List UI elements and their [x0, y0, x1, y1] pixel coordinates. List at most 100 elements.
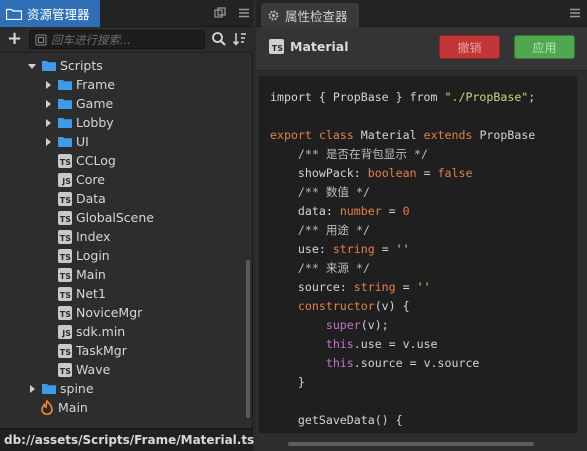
search-icon[interactable]	[211, 31, 227, 47]
tree-item-label: Core	[76, 172, 105, 187]
tree-item[interactable]: internal	[0, 417, 245, 421]
tree-item-label: sdk.min	[76, 324, 126, 339]
code-line: use: string = ''	[270, 240, 535, 259]
code-line: source: string = ''	[270, 278, 535, 297]
code-token: data:	[270, 204, 340, 218]
menu-icon[interactable]	[238, 7, 250, 19]
inspector-edge	[581, 76, 587, 451]
ts-file-icon: TS	[58, 286, 72, 301]
code-preview[interactable]: import { PropBase } from "./PropBase"; ex…	[259, 76, 577, 433]
tree-item[interactable]: TS Login	[0, 246, 245, 265]
tree-item[interactable]: JS sdk.min	[0, 322, 245, 341]
tree-item[interactable]: TS NoviceMgr	[0, 303, 245, 322]
chevron-down-icon[interactable]	[28, 62, 36, 70]
tree-item[interactable]: UI	[0, 132, 245, 151]
code-token: Material	[353, 128, 424, 142]
ts-file-icon: TS	[58, 153, 72, 168]
chevron-right-icon[interactable]	[44, 99, 52, 108]
code-line: export class Material extends PropBase	[270, 126, 535, 145]
folder-icon	[42, 384, 56, 394]
inspector-tab-title: 属性检查器	[285, 8, 348, 24]
tab-inspector[interactable]: 属性检查器	[261, 3, 359, 27]
code-line: this.source = v.source	[270, 354, 535, 373]
code-token: boolean	[367, 166, 417, 180]
tree-item-label: Scripts	[60, 58, 103, 73]
popout-icon[interactable]	[214, 7, 226, 19]
tree-item[interactable]: Scripts	[0, 56, 245, 75]
folder-icon	[6, 8, 22, 20]
code-token: extends	[423, 128, 473, 142]
chevron-right-icon[interactable]	[44, 137, 52, 146]
code-token: use:	[270, 242, 333, 256]
tree-item-label: Login	[76, 248, 110, 263]
tree-item[interactable]: TS Wave	[0, 360, 245, 379]
chevron-right-icon[interactable]	[44, 80, 52, 89]
tree-item[interactable]: TS Net1	[0, 284, 245, 303]
ts-file-icon: TS	[269, 39, 284, 54]
tree-item-label: Game	[76, 96, 114, 111]
gear-icon	[268, 10, 279, 20]
ts-file-icon: TS	[58, 267, 72, 282]
search-field-icon	[35, 34, 47, 45]
code-token: 0	[402, 204, 410, 218]
code-token: .use = v.use	[353, 337, 438, 351]
tree-item[interactable]: spine	[0, 379, 245, 398]
inspector-header: TS Material 撤销 应用	[256, 27, 587, 71]
tree-item[interactable]: TS GlobalScene	[0, 208, 245, 227]
code-horizontal-scrollbar[interactable]	[288, 442, 534, 446]
code-token: number	[339, 204, 382, 218]
assets-panel: 资源管理器 + ScriptsFrameGameLobbyUITSCCLogJ	[0, 0, 255, 451]
tree-item[interactable]: TS CCLog	[0, 151, 245, 170]
sort-icon[interactable]	[232, 31, 248, 47]
code-line: /** 数值 */	[270, 183, 535, 202]
chevron-right-icon[interactable]	[28, 384, 36, 393]
tree-item-label: internal	[44, 419, 92, 421]
assets-tab-title: 资源管理器	[27, 7, 90, 22]
tree-item-label: Main	[76, 267, 106, 282]
asset-path: db://assets/Scripts/Frame/Material.ts	[4, 433, 255, 447]
code-token: super	[325, 318, 361, 332]
tree-item-label: Lobby	[76, 115, 114, 130]
code-token: this	[325, 356, 354, 370]
assets-scrollbar[interactable]	[246, 260, 250, 418]
tree-item[interactable]: TS Data	[0, 189, 245, 208]
tree-item-label: TaskMgr	[76, 343, 127, 358]
apply-button[interactable]: 应用	[514, 35, 575, 59]
assets-tabbar: 资源管理器	[0, 0, 253, 27]
database-icon	[28, 421, 40, 422]
assets-toolbar: +	[0, 27, 253, 53]
tree-item[interactable]: Game	[0, 94, 245, 113]
tree-item[interactable]: TS Index	[0, 227, 245, 246]
scene-fire-icon	[41, 400, 53, 415]
code-token: string	[332, 242, 375, 256]
code-line: /** 是否在背包显示 */	[270, 145, 535, 164]
tree-item-label: NoviceMgr	[76, 305, 143, 320]
tree-item[interactable]: Frame	[0, 75, 245, 94]
tree-item[interactable]: TS TaskMgr	[0, 341, 245, 360]
chevron-right-icon[interactable]	[44, 118, 52, 127]
ts-file-icon: TS	[58, 305, 72, 320]
asset-search-box[interactable]	[29, 30, 205, 49]
code-token: =	[374, 242, 396, 256]
tree-item[interactable]: Lobby	[0, 113, 245, 132]
menu-icon[interactable]	[569, 7, 581, 19]
code-token: =	[416, 166, 438, 180]
tab-assets[interactable]: 资源管理器	[0, 0, 100, 27]
folder-icon	[42, 61, 56, 71]
tree-item[interactable]: Main	[0, 398, 245, 417]
search-input[interactable]	[51, 32, 201, 47]
tree-item[interactable]: TS Main	[0, 265, 245, 284]
code-token: /** 来源 */	[297, 261, 370, 275]
code-token: string	[353, 280, 396, 294]
tree-item-label: Wave	[76, 362, 111, 377]
ts-file-icon: TS	[58, 229, 72, 244]
add-asset-button[interactable]: +	[7, 30, 23, 48]
code-token: .source = v.source	[353, 356, 480, 370]
revert-button[interactable]: 撤销	[439, 35, 500, 59]
tree-item[interactable]: JS Core	[0, 170, 245, 189]
